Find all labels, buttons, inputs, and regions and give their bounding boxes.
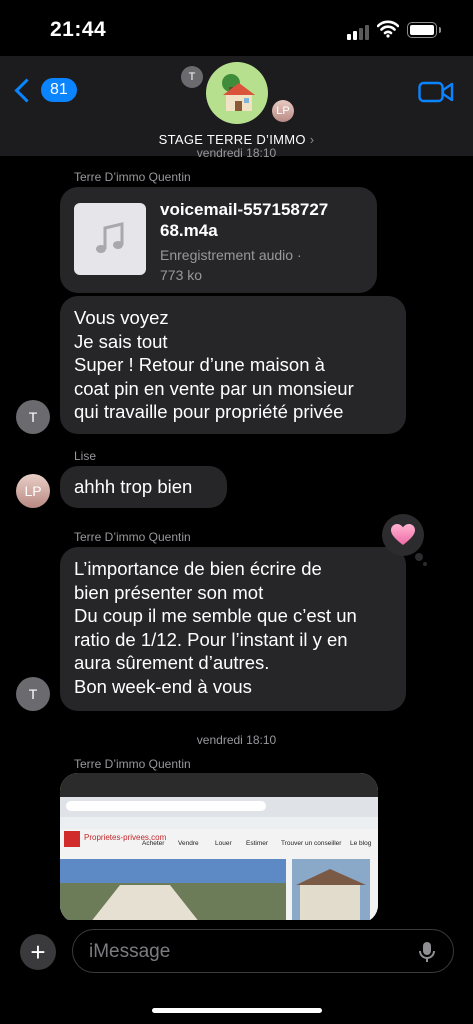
site-nav-item: Acheter [142,840,165,847]
plus-button[interactable]: + [20,934,56,970]
message-line: ahhh trop bien [74,476,193,497]
microphone-icon[interactable] [419,941,435,963]
home-indicator[interactable] [152,1008,322,1013]
status-time: 21:44 [50,18,107,41]
sender-name: Lise [74,449,97,463]
music-note-icon [74,203,146,275]
site-nav-item: Estimer [246,840,269,847]
message-line: Je sais tout [74,330,168,352]
sender-name: Terre D’immo Quentin [74,170,191,184]
site-nav-item: Louer [215,840,232,847]
reaction-tail [415,553,423,561]
message-line: bien présenter son mot [74,581,264,603]
chevron-right-icon: › [309,132,315,147]
message-line: Super ! Retour d’une maison à [74,354,325,375]
compose-bar: + iMessage [0,920,473,1024]
attachment-file-name: voicemail-557158727 68.m4a [160,200,329,240]
message-line: Bon week-end à vous [74,675,252,697]
conversation-header: 81 T LP STAGE TERRE D’IMMO › [0,56,473,156]
plus-icon: + [30,936,46,967]
house-icon [222,74,255,111]
cellular-signal-icon [347,24,371,40]
timestamp: vendredi 18:10 [196,733,277,747]
message-line: L’importance de bien écrire de [74,558,322,579]
message-input-placeholder: iMessage [89,941,171,962]
message-bubble[interactable]: L’importance de bien écrire de bien prés… [60,547,406,711]
timestamp-top: vendredi 18:10 [196,146,277,160]
status-bar: 21:44 [0,0,473,56]
message-bubble[interactable]: Vous voyez Je sais tout Super ! Retour d… [60,296,406,434]
photo-of-laptop-screen: Proprietes-privees.com Acheter Vendre Lo… [60,773,378,923]
photo-attachment[interactable]: Proprietes-privees.com Acheter Vendre Lo… [60,773,378,923]
battery-tip [439,27,441,33]
group-name: STAGE TERRE D’IMMO [158,132,306,147]
sender-avatar-t[interactable]: T [16,677,50,711]
message-input[interactable]: iMessage [72,929,454,973]
message-line: Vous voyez [74,307,169,328]
chevron-left-icon [14,77,39,103]
message-bubble[interactable]: ahhh trop bien [60,466,227,508]
sender-avatar-t[interactable]: T [16,400,50,434]
site-nav-item: Trouver un conseiller [281,840,342,847]
back-button[interactable]: 81 [14,77,77,103]
sender-name: Terre D’immo Quentin [74,757,191,771]
video-call-icon[interactable] [418,80,454,104]
attachment-file-info: Enregistrement audio · 773 ko [160,247,302,283]
heart-reaction-icon[interactable] [382,514,424,556]
audio-attachment-bubble[interactable]: voicemail-557158727 68.m4a Enregistremen… [60,187,377,293]
wifi-icon [377,20,399,38]
message-line: qui travaille pour propriété privée [74,401,344,422]
member-avatar-t: T [181,66,203,88]
group-name-button[interactable]: STAGE TERRE D’IMMO › [0,132,473,147]
member-avatar-lp: LP [272,100,294,122]
message-line: aura sûrement d’autres. [74,652,270,673]
site-nav-item: Vendre [178,840,199,847]
site-nav-item: Le blog [350,840,372,847]
battery-icon [407,22,437,38]
group-avatar[interactable] [206,62,268,124]
sender-name: Terre D’immo Quentin [74,530,191,544]
unread-count-badge: 81 [41,78,77,102]
message-line: Du coup il me semble que c’est un [74,605,357,626]
sender-avatar-lp[interactable]: LP [16,474,50,508]
message-line: ratio de 1/12. Pour l’instant il y en [74,628,348,650]
message-line: coat pin en vente par un monsieur [74,377,354,399]
reaction-tail [423,562,427,566]
